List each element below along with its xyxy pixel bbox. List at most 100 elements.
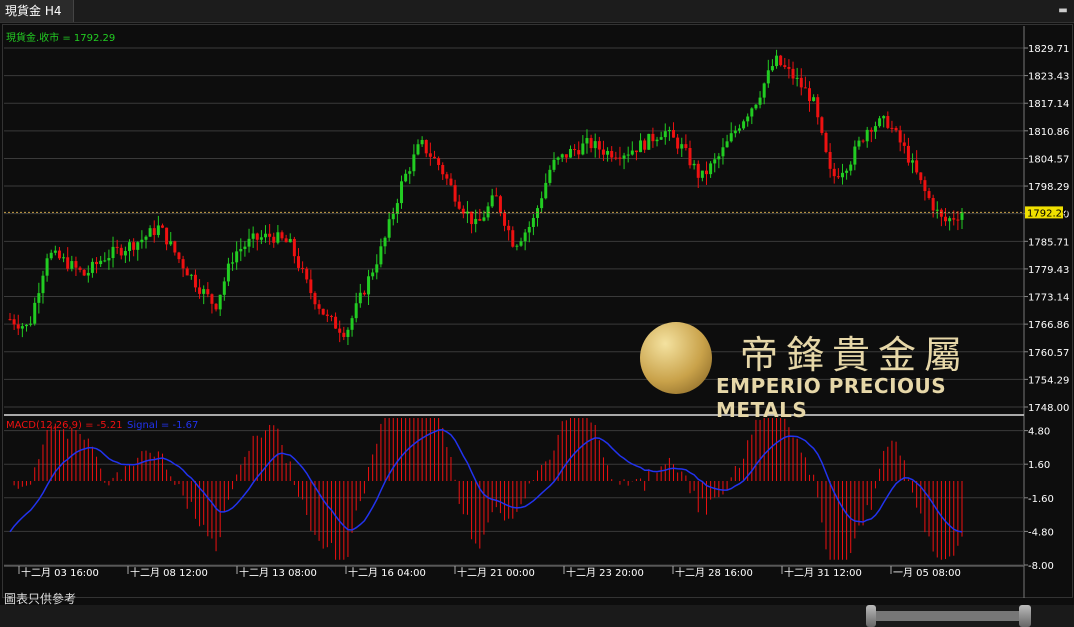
chart-canvas[interactable]: 1829.71 1823.43 1817.14 1810.86 1804.57 1798.… [0,0,1074,627]
candle-body [873,126,877,132]
candle-body [346,329,350,337]
scroll-thumb[interactable] [876,611,1019,621]
candle-body [206,289,210,295]
scroll-handle-left[interactable] [866,605,876,627]
candle-body [375,264,379,273]
candle-body [371,272,375,277]
candle-body [428,153,432,157]
candle-body [882,116,886,119]
candle-body [362,292,366,295]
candle-body [836,176,840,178]
candle-body [152,228,156,236]
candle-body [849,164,853,171]
watermark-logo: 帝鋒貴金屬 EMPERIO PRECIOUS METALS [640,322,1010,422]
candle-body [758,97,762,105]
candle-body [721,147,725,157]
candle-body [552,159,556,170]
candle-body [692,163,696,166]
price-tick-label: 1760.57 [1028,348,1069,359]
candle-body [445,174,449,179]
watermark-english: EMPERIO PRECIOUS METALS [716,374,947,422]
candle-body [515,245,519,247]
candle-body [915,160,919,173]
candle-body [181,259,185,269]
candle-body [956,219,960,221]
candle-body [861,140,865,142]
candle-body [713,159,717,164]
scroll-handle-right[interactable] [1019,605,1031,627]
candle-body [894,127,898,131]
candle-body [688,147,692,166]
candle-body [832,168,836,177]
candle-body [49,252,53,259]
candle-body [820,117,824,133]
current-price-label: 1792.29 [1027,208,1068,219]
candle-body [198,287,202,294]
candle-body [634,150,638,153]
candle-body [20,326,24,329]
x-tick-label: 一月 05 08:00 [893,567,961,579]
watermark-chinese: 帝鋒貴金屬 [740,333,971,377]
candle-body [630,150,634,155]
price-tick-label: 1829.71 [1028,44,1069,55]
price-tick-label: 1779.43 [1028,265,1069,276]
candle-body [618,157,622,159]
candle-body [869,129,873,132]
candle-body [939,209,943,217]
x-tick-label: 十二月 31 12:00 [784,566,862,579]
candle-body [902,142,906,146]
candle-body [589,138,593,149]
candle-body [581,143,585,155]
candle-body [193,274,197,288]
candle-body [622,155,626,159]
candle-body [651,133,655,142]
candle-body [280,232,284,239]
candle-body [264,233,268,238]
candle-body [898,130,902,143]
candle-body [791,68,795,79]
candle-body [655,139,659,142]
candle-body [391,213,395,220]
candle-body [614,157,618,159]
candle-body [845,170,849,173]
candle-body [610,150,614,158]
candle-body [725,141,729,148]
candle-body [680,144,684,149]
candle-body [334,316,338,329]
candle-body [482,217,486,221]
candle-body [78,267,82,270]
candle-body [255,233,259,240]
candle-body [643,140,647,150]
candle-body [437,158,441,165]
candle-body [123,250,127,256]
candle-body [432,156,436,159]
candle-body [577,150,581,155]
macd-tick-label: -4.80 [1028,527,1054,538]
candle-body [103,260,107,262]
candle-body [218,294,222,310]
x-tick-label: 十二月 16 04:00 [348,566,426,579]
candle-body [808,88,812,102]
candle-body [86,272,90,276]
candle-body [235,251,239,263]
horizontal-scrollbar[interactable] [0,605,1074,627]
candle-body [132,242,136,250]
candle-body [272,236,276,243]
candle-body [470,211,474,225]
candle-body [449,178,453,186]
candle-body [70,261,74,269]
x-tick-label: 十二月 03 16:00 [21,566,99,579]
candle-body [404,173,408,182]
candle-body [354,303,358,319]
candle-body [927,191,931,198]
candle-body [935,209,939,211]
candle-body [37,293,41,303]
macd-tick-label: 1.60 [1028,460,1050,471]
candle-body [593,141,597,149]
candle-body [259,237,263,240]
candle-body [8,319,12,321]
candle-body [412,154,416,172]
candle-body [424,139,428,154]
candle-body [663,131,667,138]
candle-body [490,195,494,207]
